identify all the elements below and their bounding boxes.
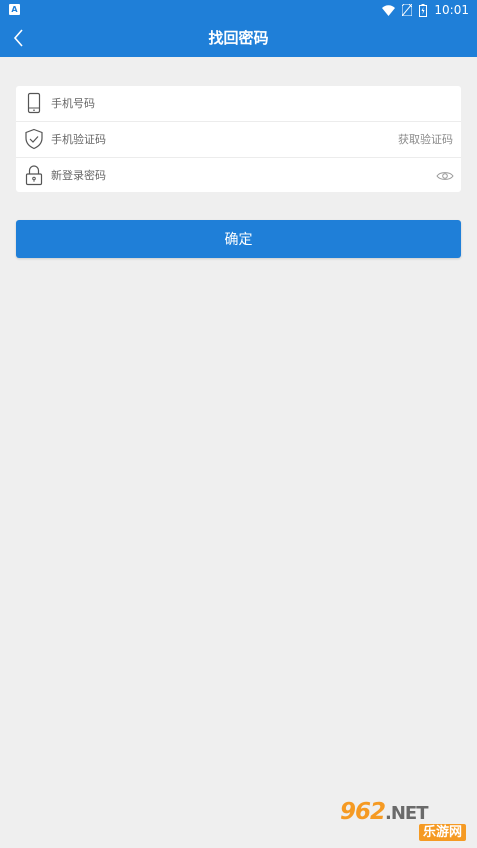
status-icons: 10:01 [382, 2, 469, 18]
wifi-icon [382, 4, 396, 16]
phone-icon [27, 92, 41, 114]
watermark-logo: 962.NET 乐游网 [338, 799, 472, 843]
page-title: 找回密码 [208, 29, 269, 47]
phone-row [16, 86, 461, 122]
no-sim-icon [402, 4, 413, 16]
eye-icon[interactable] [436, 167, 454, 185]
battery-icon [419, 3, 428, 17]
lock-icon [25, 165, 43, 186]
sms-code-input[interactable] [51, 122, 301, 157]
reset-password-form: 获取验证码 [16, 86, 461, 193]
shield-check-icon [25, 128, 43, 150]
status-bar: A 10:01 [0, 0, 477, 20]
watermark-text: 乐游网 [418, 824, 466, 841]
watermark-number: 962 [340, 799, 386, 825]
confirm-button[interactable]: 确定 [16, 220, 461, 258]
nav-bar: 找回密码 [0, 20, 477, 57]
sms-code-row: 获取验证码 [16, 122, 461, 158]
new-password-input[interactable] [51, 158, 351, 193]
watermark-suffix: .NET [385, 803, 428, 824]
new-password-row [16, 158, 461, 193]
notification-badge: A [9, 4, 20, 15]
get-code-button[interactable]: 获取验证码 [398, 122, 453, 157]
phone-input[interactable] [51, 86, 351, 121]
status-time: 10:01 [434, 3, 469, 17]
